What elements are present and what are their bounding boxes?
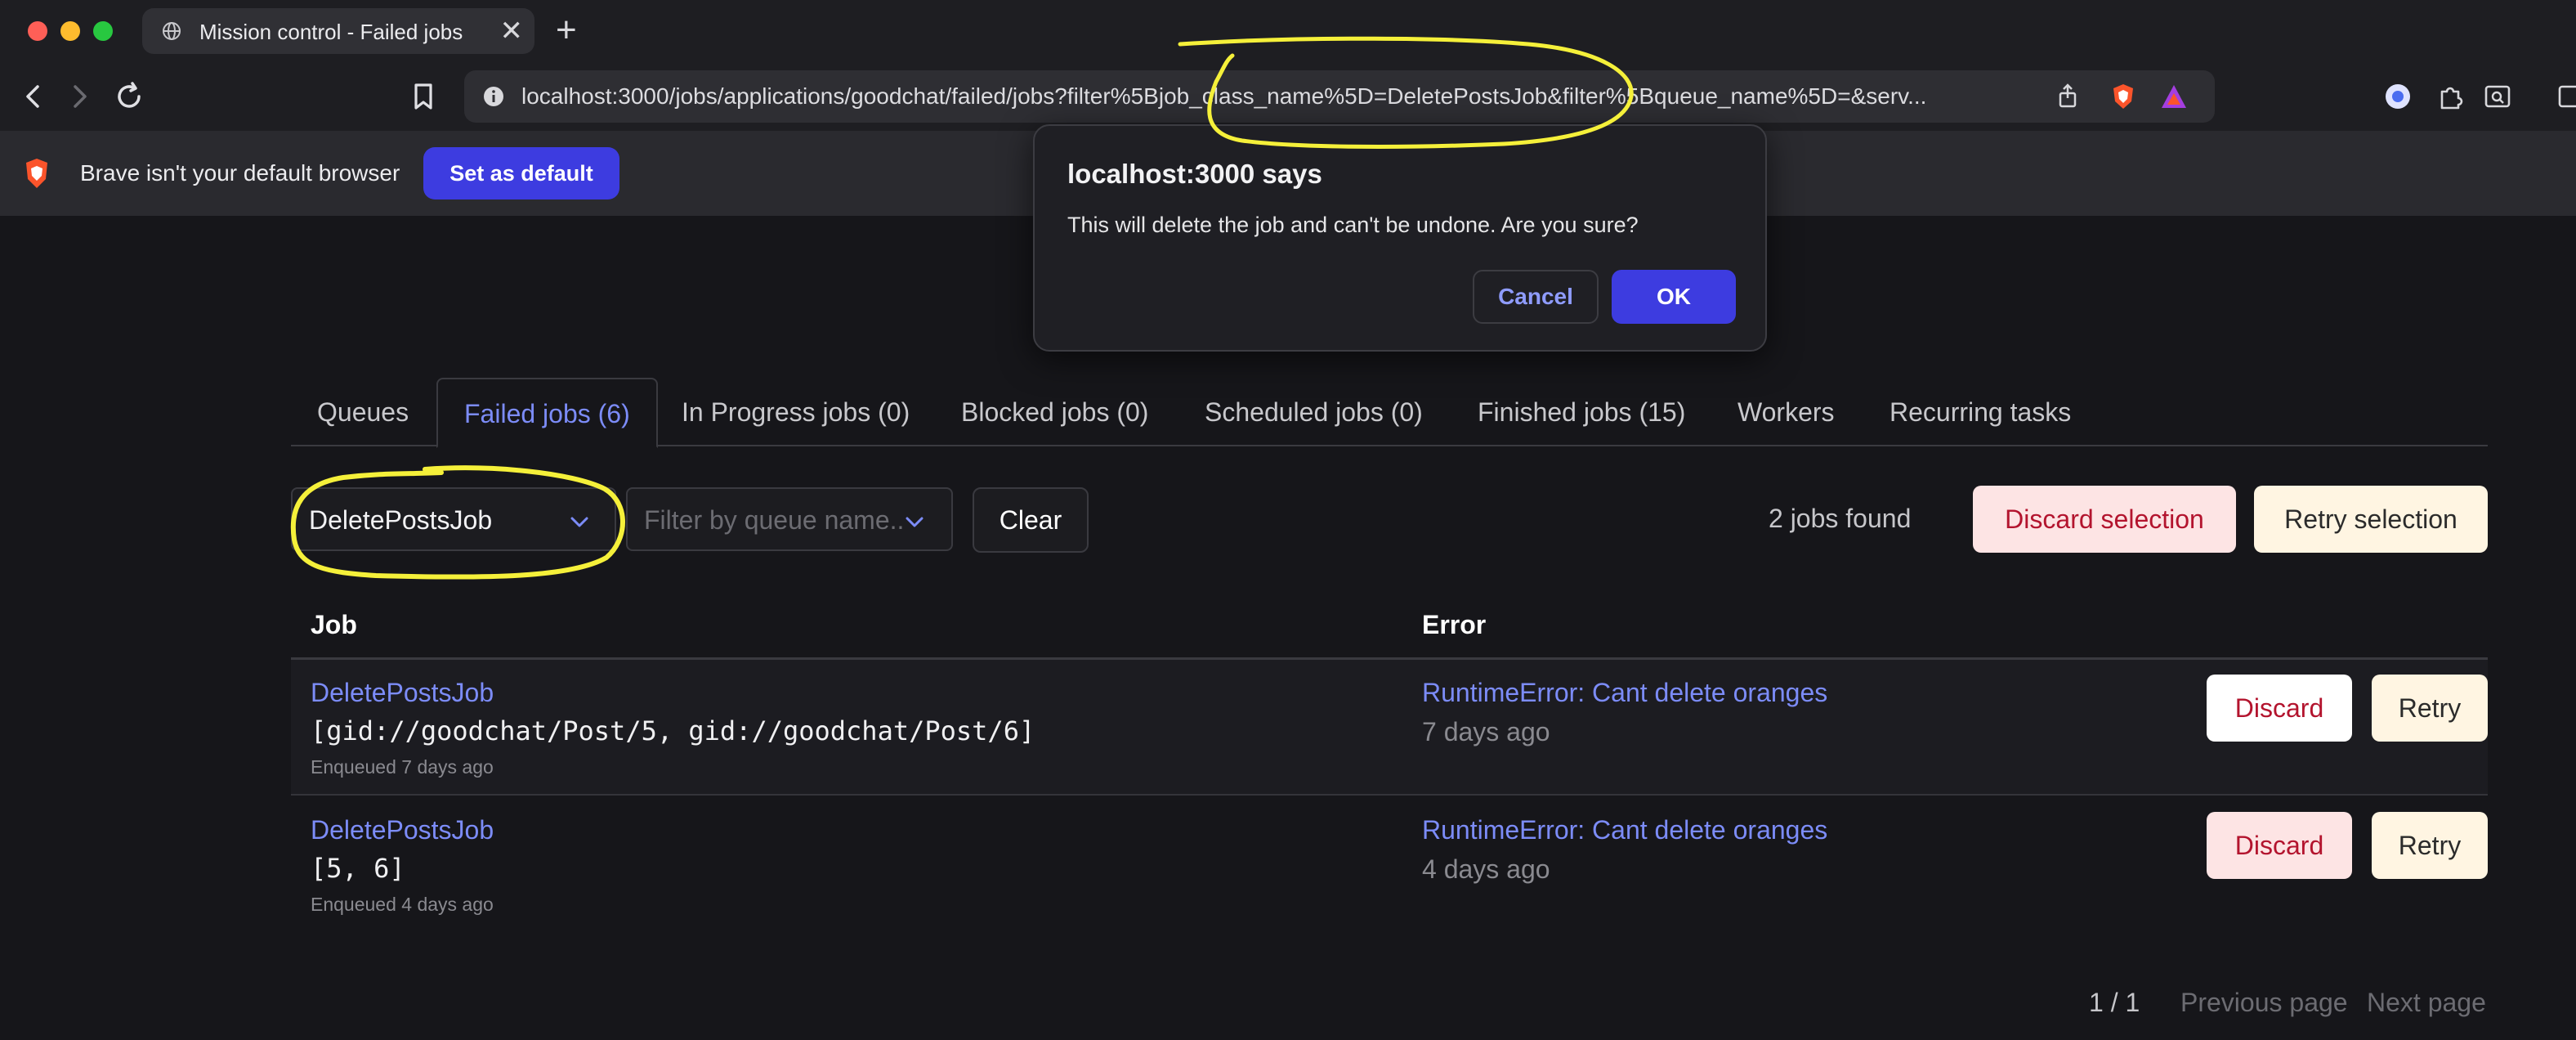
dialog-title: localhost:3000 says xyxy=(1067,159,1322,189)
tab-in-progress-jobs[interactable]: In Progress jobs (0) xyxy=(682,378,910,446)
extensions-puzzle-icon[interactable] xyxy=(2434,80,2466,113)
tab-scheduled-jobs[interactable]: Scheduled jobs (0) xyxy=(1205,378,1423,446)
column-header-error: Error xyxy=(1422,610,1487,639)
site-info-icon[interactable] xyxy=(482,85,505,108)
back-icon[interactable] xyxy=(13,77,52,116)
brave-rewards-icon[interactable] xyxy=(2159,82,2189,111)
minimize-window-button[interactable] xyxy=(60,21,80,41)
dialog-ok-button[interactable]: OK xyxy=(1612,270,1736,324)
job-error-time: 7 days ago xyxy=(1422,717,1550,746)
tab-failed-jobs[interactable]: Failed jobs (6) xyxy=(436,378,658,448)
retry-job-button[interactable]: Retry xyxy=(2372,812,2488,879)
dialog-cancel-button[interactable]: Cancel xyxy=(1473,270,1599,324)
tab-workers[interactable]: Workers xyxy=(1737,378,1835,446)
column-header-job: Job xyxy=(311,610,357,639)
discard-job-button[interactable]: Discard xyxy=(2207,675,2352,742)
retry-job-button[interactable]: Retry xyxy=(2372,675,2488,742)
discard-selection-button[interactable]: Discard selection xyxy=(1973,486,2236,553)
queue-name-filter-select[interactable]: Filter by queue name... xyxy=(626,487,953,551)
retry-selection-button[interactable]: Retry selection xyxy=(2254,486,2488,553)
browser-tab-active[interactable]: Mission control - Failed jobs ✕ xyxy=(142,8,534,54)
job-class-link[interactable]: DeletePostsJob xyxy=(311,678,494,708)
tab-recurring-tasks[interactable]: Recurring tasks xyxy=(1890,378,2071,446)
confirm-dialog: localhost:3000 says This will delete the… xyxy=(1033,124,1767,352)
table-row: DeletePostsJob [gid://goodchat/Post/5, g… xyxy=(291,660,2488,796)
job-enqueued-time: Enqueued 4 days ago xyxy=(311,894,494,915)
next-page-link[interactable]: Next page xyxy=(2367,988,2486,1018)
forward-icon[interactable] xyxy=(60,77,100,116)
tab-queues[interactable]: Queues xyxy=(317,378,409,446)
dialog-message: This will delete the job and can't be un… xyxy=(1067,213,1639,237)
job-class-filter-select[interactable]: DeletePostsJob xyxy=(291,487,616,551)
browser-toolbar: localhost:3000/jobs/applications/goodcha… xyxy=(0,62,2576,131)
close-tab-icon[interactable]: ✕ xyxy=(500,15,524,47)
job-error-time: 4 days ago xyxy=(1422,854,1550,884)
browser-titlebar: Mission control - Failed jobs ✕ + xyxy=(0,0,2576,62)
tab-finished-jobs[interactable]: Finished jobs (15) xyxy=(1478,378,1685,446)
queue-name-filter-placeholder: Filter by queue name... xyxy=(644,505,906,535)
maximize-window-button[interactable] xyxy=(93,21,113,41)
job-error-link[interactable]: RuntimeError: Cant delete oranges xyxy=(1422,678,1827,708)
previous-page-link[interactable]: Previous page xyxy=(2180,988,2348,1018)
job-error-link[interactable]: RuntimeError: Cant delete oranges xyxy=(1422,815,1827,845)
google-extension-icon[interactable] xyxy=(2381,80,2414,113)
clear-filters-button[interactable]: Clear xyxy=(973,487,1089,553)
infobar-message: Brave isn't your default browser xyxy=(80,160,400,186)
job-enqueued-time: Enqueued 7 days ago xyxy=(311,756,494,778)
chevron-down-icon xyxy=(570,517,588,527)
table-row: DeletePostsJob [5, 6] Enqueued 4 days ag… xyxy=(291,797,2488,933)
discard-job-button[interactable]: Discard xyxy=(2207,812,2352,879)
reader-mode-icon[interactable] xyxy=(2481,80,2514,113)
job-class-filter-value: DeletePostsJob xyxy=(309,505,493,535)
pagination-page-indicator: 1 / 1 xyxy=(2089,988,2140,1017)
browser-tab-title: Mission control - Failed jobs xyxy=(199,20,463,44)
address-bar[interactable]: localhost:3000/jobs/applications/goodcha… xyxy=(464,70,2215,123)
share-icon[interactable] xyxy=(2053,82,2082,111)
bookmark-icon[interactable] xyxy=(404,77,443,116)
job-arguments: [gid://goodchat/Post/5, gid://goodchat/P… xyxy=(311,715,1035,746)
brave-shields-icon[interactable] xyxy=(2109,82,2138,111)
url-text[interactable]: localhost:3000/jobs/applications/goodcha… xyxy=(521,83,2091,110)
job-arguments: [5, 6] xyxy=(311,853,405,884)
close-window-button[interactable] xyxy=(28,21,47,41)
reload-icon[interactable] xyxy=(110,77,149,116)
jobs-found-count: 2 jobs found xyxy=(1769,504,1912,533)
jobs-tabs: Queues Failed jobs (6) In Progress jobs … xyxy=(291,378,2488,448)
sidebar-toggle-icon[interactable] xyxy=(2556,80,2576,113)
set-as-default-button[interactable]: Set as default xyxy=(423,147,619,199)
job-class-link[interactable]: DeletePostsJob xyxy=(311,815,494,845)
brave-logo-icon xyxy=(26,159,47,188)
chevron-down-icon xyxy=(906,517,924,527)
tab-blocked-jobs[interactable]: Blocked jobs (0) xyxy=(961,378,1148,446)
globe-icon xyxy=(163,22,181,40)
new-tab-icon[interactable]: + xyxy=(556,10,577,51)
